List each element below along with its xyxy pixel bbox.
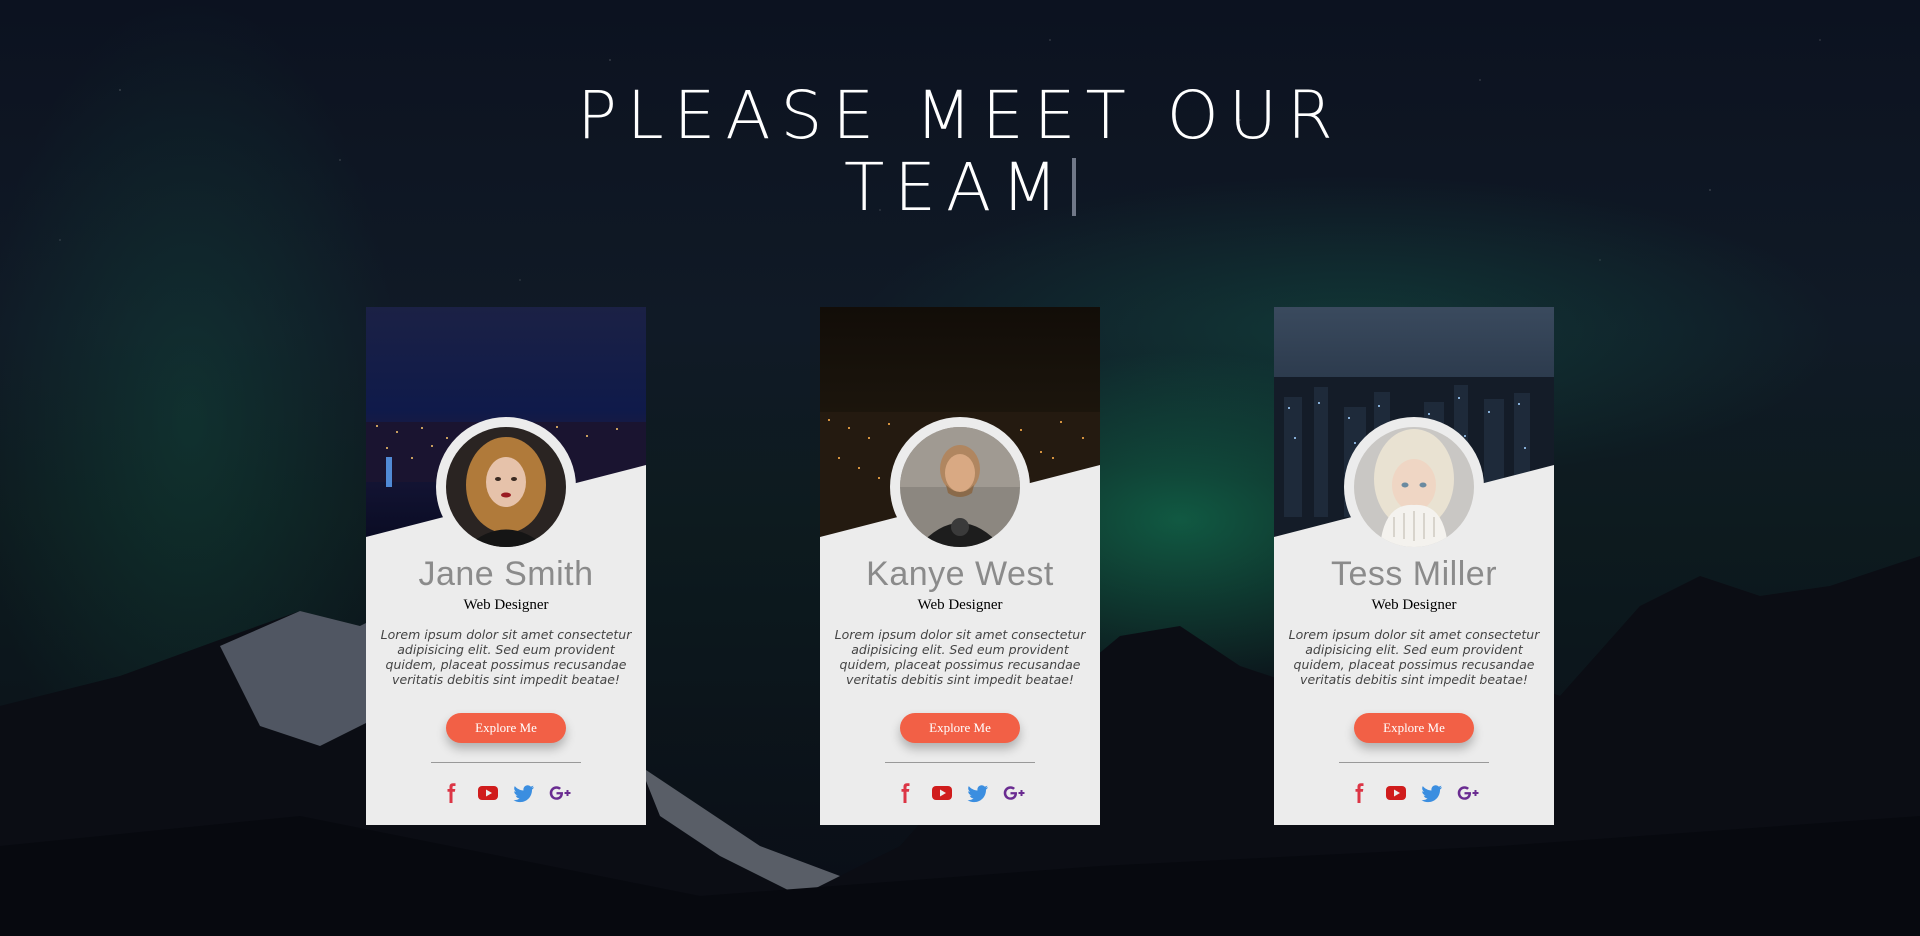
youtube-icon[interactable] [931,783,953,803]
facebook-icon[interactable] [441,783,463,803]
heading-line-1: PLEASE MEET OUR [577,77,1343,154]
team-card-tess-miller: Tess Miller Web Designer Lorem ipsum dol… [1274,307,1554,825]
member-role: Web Designer [463,597,549,613]
explore-me-button[interactable]: Explore Me [1354,713,1474,743]
member-role: Web Designer [1371,597,1457,613]
twitter-icon[interactable] [1421,783,1443,803]
social-links [366,783,646,803]
google-plus-icon[interactable] [549,783,571,803]
facebook-icon[interactable] [895,783,917,803]
divider [885,762,1035,763]
google-plus-icon[interactable] [1457,783,1479,803]
member-bio: Lorem ipsum dolor sit amet consectetur a… [380,627,632,687]
youtube-icon[interactable] [1385,783,1407,803]
page-heading: PLEASE MEET OUR TEAM [0,80,1920,224]
heading-line-2: TEAM [0,152,1920,224]
twitter-icon[interactable] [967,783,989,803]
avatar [1354,427,1474,547]
social-links [1274,783,1554,803]
facebook-icon[interactable] [1349,783,1371,803]
member-role: Web Designer [917,597,1003,613]
team-card-jane-smith: Jane Smith Web Designer Lorem ipsum dolo… [366,307,646,825]
google-plus-icon[interactable] [1003,783,1025,803]
explore-me-button[interactable]: Explore Me [900,713,1020,743]
divider [431,762,581,763]
member-name: Jane Smith [418,555,594,593]
explore-me-button[interactable]: Explore Me [446,713,566,743]
heading-line-2-text: TEAM [843,149,1069,226]
social-links [820,783,1100,803]
typing-cursor [1072,158,1077,216]
twitter-icon[interactable] [513,783,535,803]
member-bio: Lorem ipsum dolor sit amet consectetur a… [1288,627,1540,687]
avatar [900,427,1020,547]
team-card-kanye-west: Kanye West Web Designer Lorem ipsum dolo… [820,307,1100,825]
member-bio: Lorem ipsum dolor sit amet consectetur a… [834,627,1086,687]
member-name: Kanye West [866,555,1054,593]
youtube-icon[interactable] [477,783,499,803]
member-name: Tess Miller [1330,555,1498,593]
divider [1339,762,1489,763]
avatar [446,427,566,547]
